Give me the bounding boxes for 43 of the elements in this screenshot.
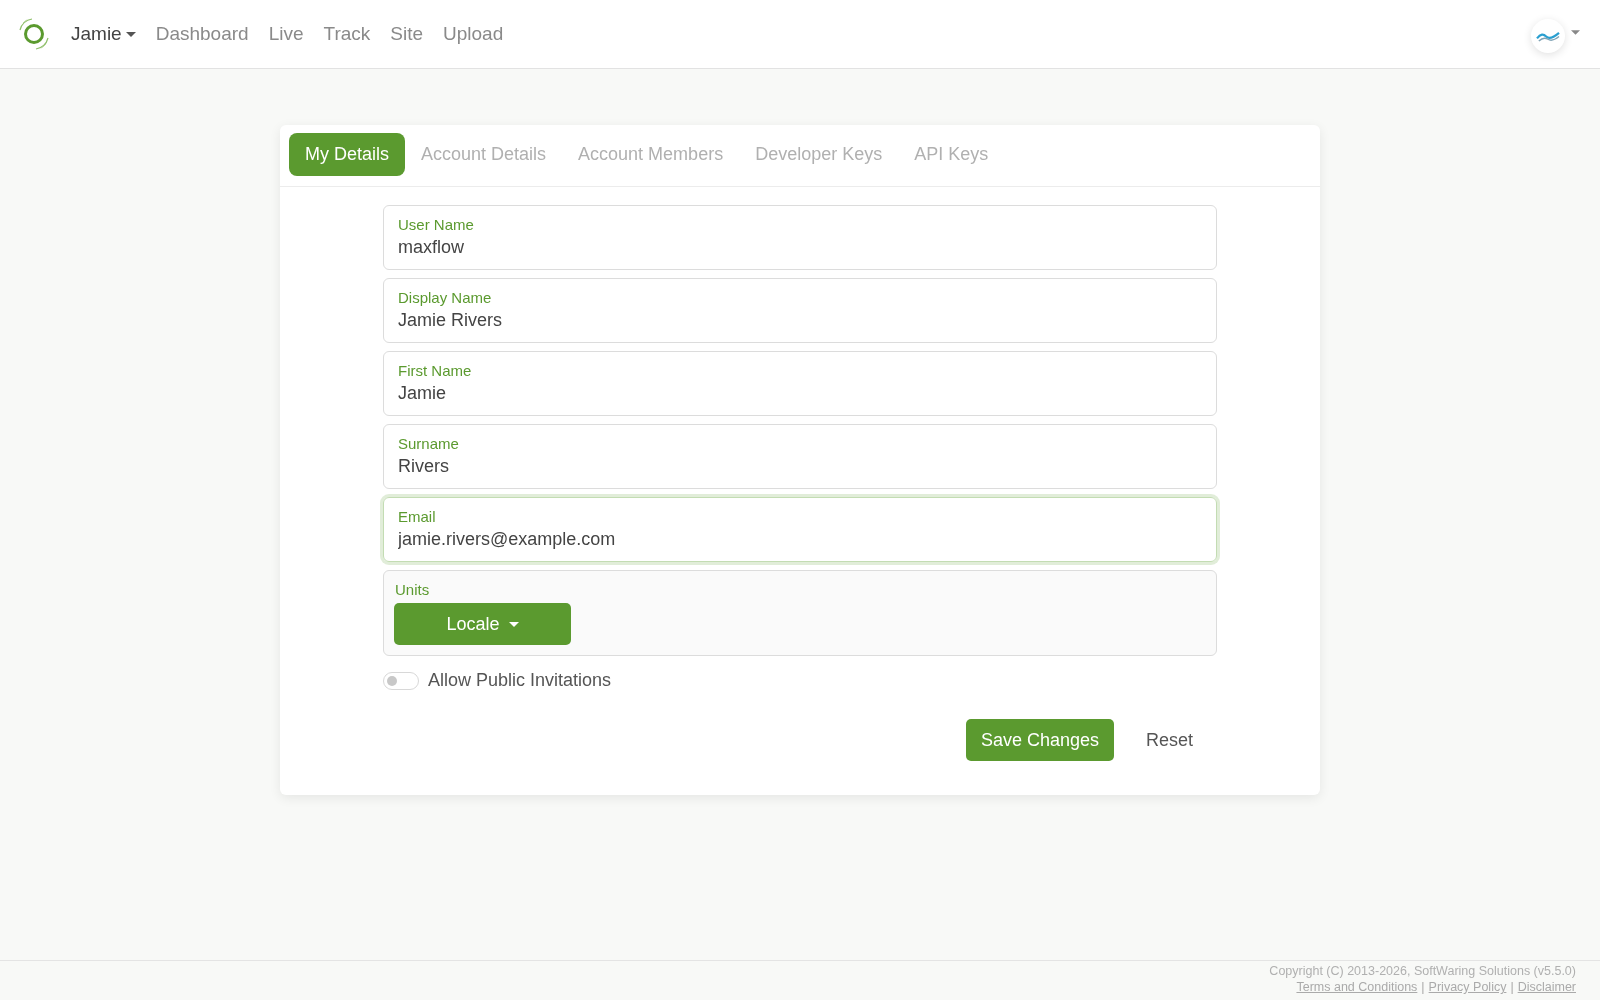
caret-icon <box>125 31 136 37</box>
text-field[interactable]: Display Name Jamie Rivers <box>383 278 1217 343</box>
footer-link[interactable]: Terms and Conditions <box>1296 979 1418 995</box>
field-label: Surname <box>398 435 459 453</box>
save-changes-button[interactable]: Save Changes <box>965 719 1114 761</box>
avatar-button[interactable] <box>1531 19 1565 53</box>
toggle-switch[interactable] <box>383 671 419 690</box>
footer-link[interactable]: Privacy Policy <box>1428 979 1507 995</box>
text-field[interactable]: User Name maxflow <box>383 205 1217 270</box>
tab[interactable]: Developer Keys <box>739 133 899 176</box>
text-input[interactable]: Jamie Rivers <box>398 307 1202 333</box>
tab[interactable]: API Keys <box>898 133 1005 176</box>
copyright-text: Copyright (C) 2013-2026, SoftWaring Solutions (v5.5.0) <box>1269 964 1576 978</box>
toggle-label: Allow Public Invitations <box>428 670 612 691</box>
footer-link[interactable]: Disclaimer <box>1517 979 1576 995</box>
text-input[interactable]: Rivers <box>398 453 1202 479</box>
text-input[interactable]: jamie.rivers@example.com <box>398 526 1202 552</box>
text-field[interactable]: Surname Rivers <box>383 424 1217 489</box>
wave-icon <box>1536 30 1560 42</box>
field-label: Units <box>394 581 430 599</box>
nav-link[interactable]: Site <box>390 23 424 45</box>
nav-link[interactable]: Upload <box>443 23 504 45</box>
user-menu-button[interactable]: Jamie <box>71 23 136 45</box>
tab[interactable]: My Details <box>289 133 405 176</box>
text-field[interactable]: First Name Jamie <box>383 351 1217 416</box>
nav-link[interactable]: Track <box>323 23 371 45</box>
tab[interactable]: Account Members <box>562 133 740 176</box>
link-separator: | <box>1421 979 1425 995</box>
field-label: Display Name <box>398 289 492 307</box>
reset-button[interactable]: Reset <box>1121 719 1217 761</box>
link-separator: | <box>1510 979 1514 995</box>
caret-icon <box>508 621 519 627</box>
field-label: First Name <box>398 362 472 380</box>
text-input[interactable]: maxflow <box>398 234 1202 260</box>
text-input[interactable]: Jamie <box>398 380 1202 406</box>
locale-dropdown-button[interactable]: Locale <box>394 603 571 645</box>
text-field[interactable]: Email jamie.rivers@example.com <box>383 497 1217 562</box>
caret-icon[interactable] <box>1571 30 1580 35</box>
tab[interactable]: Account Details <box>405 133 563 176</box>
nav-link[interactable]: Dashboard <box>155 23 249 45</box>
field-label: User Name <box>398 216 474 234</box>
nav-link[interactable]: Live <box>268 23 304 45</box>
field-label: Email <box>398 508 436 526</box>
